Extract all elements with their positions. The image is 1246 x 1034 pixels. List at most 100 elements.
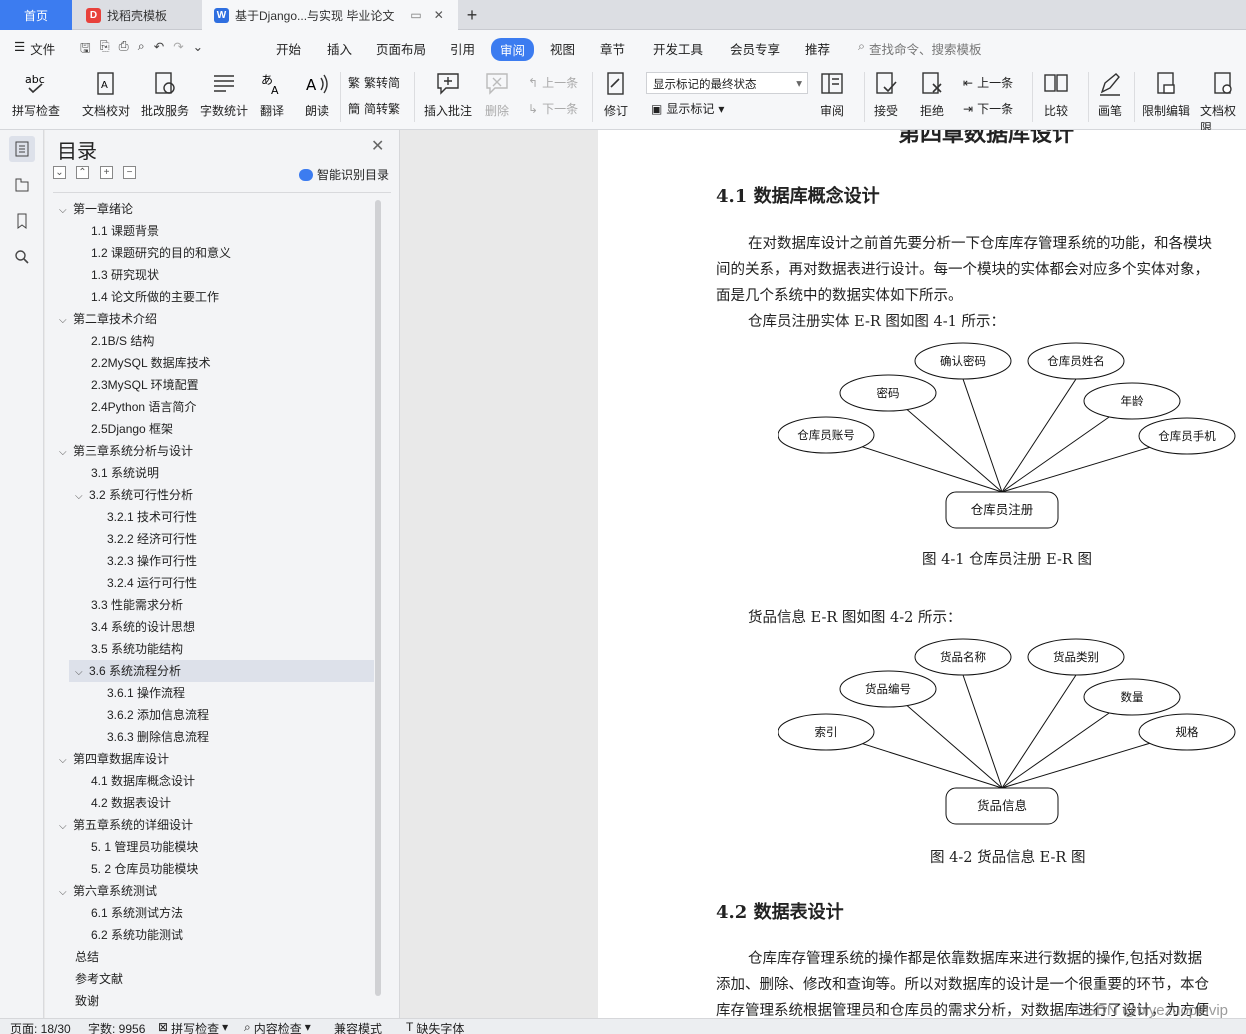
tab-document[interactable]: W 基于Django...与实现 毕业论文 ▭ ✕ — [202, 0, 458, 30]
menu-layout[interactable]: 页面布局 — [376, 39, 426, 58]
track-changes-button[interactable]: 修订 — [602, 70, 630, 119]
menu-insert[interactable]: 插入 — [327, 39, 352, 58]
tab-home[interactable]: 首页 — [0, 0, 72, 30]
toc-item[interactable]: 1.3 研究现状 — [91, 264, 159, 286]
toc-item[interactable]: 2.5Django 框架 — [91, 418, 173, 440]
preview-icon[interactable]: ⌕ — [138, 39, 145, 60]
chevron-down-icon[interactable]: ⌵ — [59, 882, 73, 904]
next-comment-button[interactable]: ↳ 下一条 — [528, 100, 578, 117]
expand-icon[interactable]: ⌃ — [76, 166, 89, 179]
insert-comment-button[interactable]: 插入批注 — [424, 70, 472, 119]
pen-button[interactable]: 画笔 — [1096, 70, 1124, 119]
reject-button[interactable]: 拒绝 — [918, 70, 946, 119]
toc-item[interactable]: 3.2.1 技术可行性 — [107, 506, 197, 528]
spell-check-button[interactable]: abc 拼写检查 — [12, 70, 60, 119]
menu-reference[interactable]: 引用 — [450, 39, 475, 58]
document-page[interactable]: 第四章数据库设计 4.1 数据库概念设计 在对数据库设计之前首先要分析一下仓库库… — [598, 130, 1246, 1018]
toc-item[interactable]: 6.1 系统测试方法 — [91, 902, 183, 924]
toc-item[interactable]: 3.1 系统说明 — [91, 462, 159, 484]
toc-item[interactable]: 5. 2 仓库员功能模块 — [91, 858, 198, 880]
chevron-down-icon[interactable]: ⌵ — [59, 816, 73, 838]
annotate-service-button[interactable]: 批改服务 — [141, 70, 189, 119]
doc-permission-button[interactable]: 文档权限 — [1200, 70, 1246, 136]
menu-recommend[interactable]: 推荐 — [805, 39, 830, 58]
delete-comment-button[interactable]: 删除 — [483, 70, 511, 119]
bookmark-icon[interactable] — [9, 208, 35, 234]
menu-member[interactable]: 会员专享 — [730, 39, 780, 58]
scrollbar[interactable] — [375, 200, 381, 996]
translate-button[interactable]: あA 翻译 — [258, 70, 286, 119]
undo-icon[interactable]: ↶ — [154, 39, 164, 60]
proofread-button[interactable]: A 文档校对 — [82, 70, 130, 119]
toc-item[interactable]: ⌵ 第三章系统分析与设计 — [59, 440, 193, 462]
toc-item[interactable]: 1.1 课题背景 — [91, 220, 159, 242]
restore-icon[interactable]: ▭ — [410, 8, 421, 22]
more-icon[interactable]: ⌄ — [193, 39, 203, 60]
print-icon[interactable]: ⎙ — [119, 39, 129, 60]
redo-icon[interactable]: ↷ — [173, 39, 183, 60]
close-icon[interactable]: ✕ — [371, 136, 384, 156]
add-level-icon[interactable]: + — [100, 166, 113, 179]
spell-check-status[interactable]: ⊠ 拼写检查 ▾ — [158, 1020, 228, 1034]
close-tab-icon[interactable]: ✕ — [434, 8, 444, 22]
chapter-nav-icon[interactable] — [9, 172, 35, 198]
toc-item[interactable]: 3.5 系统功能结构 — [91, 638, 183, 660]
restrict-editing-button[interactable]: 限制编辑 — [1142, 70, 1190, 119]
toc-item[interactable]: 1.2 课题研究的目的和意义 — [91, 242, 231, 264]
chevron-down-icon[interactable]: ⌵ — [59, 750, 73, 772]
toc-item[interactable]: ⌵ 第五章系统的详细设计 — [59, 814, 193, 836]
toc-item[interactable]: 致谢 — [75, 990, 99, 1012]
toc-item[interactable]: 2.1B/S 结构 — [91, 330, 154, 352]
toc-item[interactable]: ⌵ 第六章系统测试 — [59, 880, 157, 902]
menu-chapter[interactable]: 章节 — [600, 39, 625, 58]
toc-item[interactable]: 3.6.3 删除信息流程 — [107, 726, 209, 748]
chevron-down-icon[interactable]: ⌵ — [59, 442, 73, 464]
menu-start[interactable]: 开始 — [276, 39, 301, 58]
toc-item[interactable]: 3.2.4 运行可行性 — [107, 572, 197, 594]
next-change-button[interactable]: ⇥ 下一条 — [963, 100, 1013, 117]
menu-view[interactable]: 视图 — [550, 39, 575, 58]
toc-item[interactable]: ⌵ 第一章绪论 — [59, 198, 133, 220]
page-indicator[interactable]: 页面: 18/30 — [10, 1020, 71, 1034]
compare-button[interactable]: 比较 — [1042, 70, 1070, 119]
chevron-down-icon[interactable]: ⌵ — [75, 662, 89, 684]
read-aloud-button[interactable]: A 朗读 — [303, 70, 331, 119]
toc-item[interactable]: 2.4Python 语言简介 — [91, 396, 196, 418]
toc-item[interactable]: 4.1 数据库概念设计 — [91, 770, 195, 792]
toc-item[interactable]: 3.2.2 经济可行性 — [107, 528, 197, 550]
toc-item[interactable]: 3.2.3 操作可行性 — [107, 550, 197, 572]
show-markup-button[interactable]: ▣ 显示标记 ▾ — [651, 100, 724, 117]
toc-item[interactable]: 3.6.1 操作流程 — [107, 682, 185, 704]
toc-item[interactable]: 2.2MySQL 数据库技术 — [91, 352, 211, 374]
menu-devtools[interactable]: 开发工具 — [653, 39, 703, 58]
toc-item[interactable]: 5. 1 管理员功能模块 — [91, 836, 198, 858]
tab-template[interactable]: D 找稻壳模板 — [74, 0, 200, 30]
toc-item[interactable]: 参考文献 — [75, 968, 123, 990]
word-count-button[interactable]: 字数统计 — [200, 70, 248, 119]
prev-comment-button[interactable]: ↰ 上一条 — [528, 74, 578, 91]
missing-font-status[interactable]: T 缺失字体 — [406, 1020, 464, 1034]
toc-item[interactable]: ⌵ 第四章数据库设计 — [59, 748, 169, 770]
content-check-status[interactable]: ⌕ 内容检查 ▾ — [244, 1020, 311, 1034]
accept-button[interactable]: 接受 — [872, 70, 900, 119]
simp-to-trad-button[interactable]: 簡简转繁 — [348, 100, 400, 117]
toc-item[interactable]: 3.4 系统的设计思想 — [91, 616, 195, 638]
toc-item[interactable]: 4.2 数据表设计 — [91, 792, 171, 814]
toc-item[interactable]: 2.3MySQL 环境配置 — [91, 374, 199, 396]
prev-change-button[interactable]: ⇤ 上一条 — [963, 74, 1013, 91]
toc-item[interactable]: 6.2 系统功能测试 — [91, 924, 183, 946]
markup-state-select[interactable]: 显示标记的最终状态 ▾ — [646, 72, 808, 94]
new-tab-button[interactable]: + — [460, 0, 484, 30]
command-search[interactable]: ⌕ 查找命令、搜索模板 — [858, 39, 982, 58]
menu-review[interactable]: 审阅 — [491, 38, 535, 61]
toc-item[interactable]: 3.6.2 添加信息流程 — [107, 704, 209, 726]
trad-to-simp-button[interactable]: 繁繁转简 — [348, 74, 400, 91]
save-icon[interactable]: 🖫 — [80, 39, 91, 60]
toc-icon[interactable] — [9, 136, 35, 162]
collapse-all-icon[interactable]: ⌄ — [53, 166, 66, 179]
file-menu[interactable]: ☰ 文件 — [14, 39, 55, 58]
toc-item[interactable]: 1.4 论文所做的主要工作 — [91, 286, 219, 308]
toc-item[interactable]: ⌵ 第二章技术介绍 — [59, 308, 157, 330]
toc-item[interactable]: 3.3 性能需求分析 — [91, 594, 183, 616]
chevron-down-icon[interactable]: ⌵ — [59, 200, 73, 222]
